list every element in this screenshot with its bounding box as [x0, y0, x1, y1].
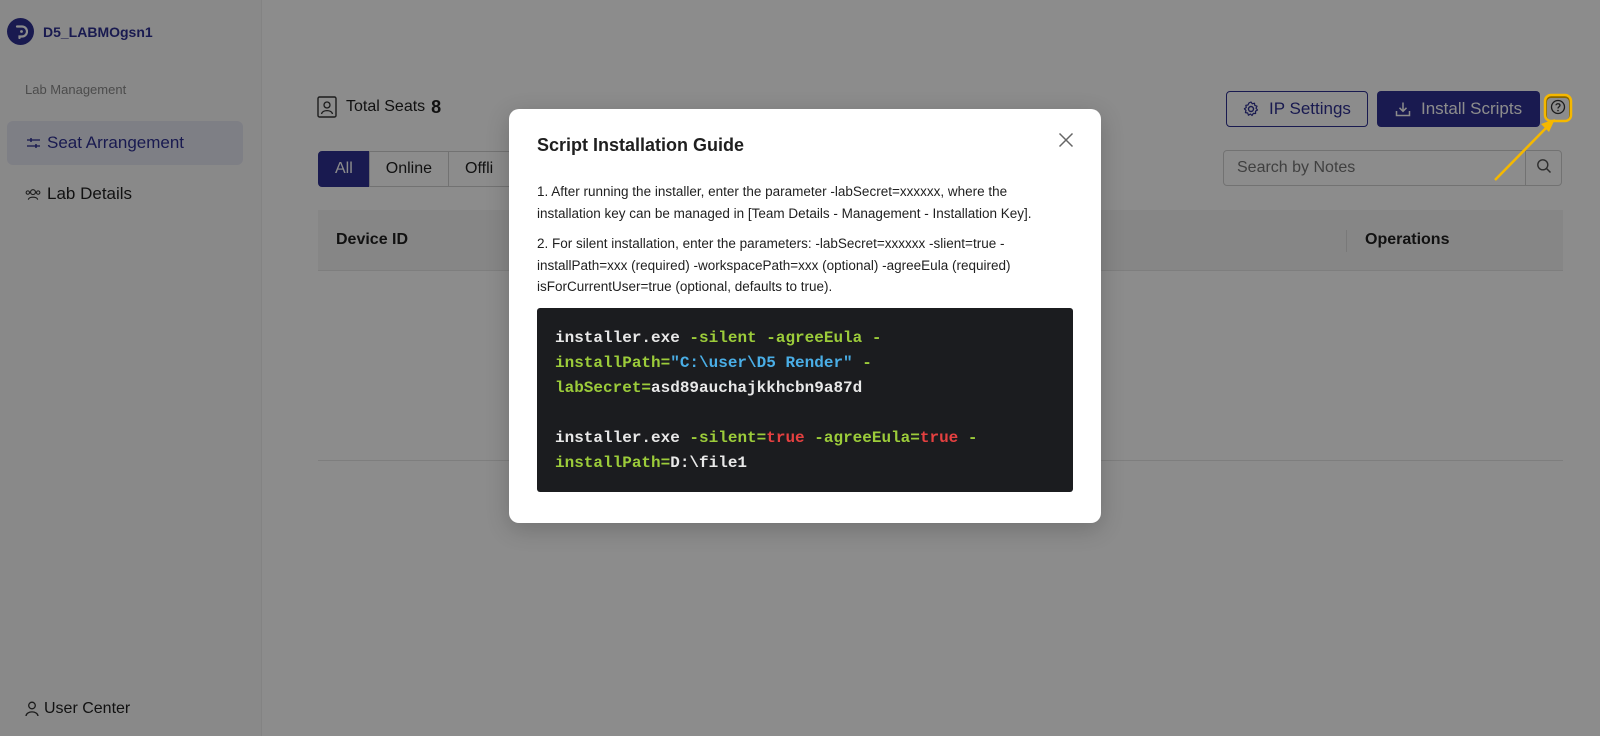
instruction-line: 1. After running the installer, enter th…	[537, 184, 1008, 199]
instruction-line: isForCurrentUser=true (optional, default…	[537, 279, 833, 294]
code-token: -	[852, 354, 872, 372]
code-token: "C:\user\D5 Render"	[670, 354, 853, 372]
code-token: asd89auchajkkhcbn9a87d	[651, 379, 863, 397]
script-installation-modal: Script Installation Guide 1. After runni…	[509, 109, 1101, 523]
code-token: installer.exe	[555, 429, 680, 447]
instruction-step-1: 1. After running the installer, enter th…	[537, 181, 1077, 224]
code-token: -silent=	[679, 429, 767, 447]
code-line: installer.exe -silent -agreeEula -	[555, 326, 1055, 351]
code-token: labSecret=	[555, 379, 652, 397]
code-token: true	[919, 429, 959, 447]
code-line: installPath="C:\user\D5 Render" -	[555, 351, 1055, 376]
close-icon	[1058, 132, 1074, 153]
instruction-step-2: 2. For silent installation, enter the pa…	[537, 233, 1077, 298]
code-token: installPath=	[555, 354, 671, 372]
code-token: installer.exe	[555, 329, 680, 347]
code-line: labSecret=asd89auchajkkhcbn9a87d	[555, 376, 1055, 401]
code-token: -agreeEula=	[804, 429, 920, 447]
code-token: true	[766, 429, 805, 447]
modal-title: Script Installation Guide	[537, 135, 745, 155]
code-line: installer.exe -silent=true -agreeEula=tr…	[555, 426, 1055, 451]
code-token: -silent -agreeEula -	[679, 329, 882, 347]
instruction-line: installation key can be managed in [Team…	[537, 205, 1032, 221]
close-button[interactable]	[1055, 131, 1077, 153]
code-token: D:\file1	[670, 454, 748, 472]
instruction-line: installPath=xxx (required) -workspacePat…	[537, 257, 1011, 273]
code-block: installer.exe -silent -agreeEula - instal…	[537, 308, 1073, 492]
code-token: installPath=	[555, 454, 671, 472]
code-token: -	[958, 429, 978, 447]
code-line: installPath=D:\file1	[555, 451, 1055, 476]
instruction-line: 2. For silent installation, enter the pa…	[537, 236, 1005, 251]
